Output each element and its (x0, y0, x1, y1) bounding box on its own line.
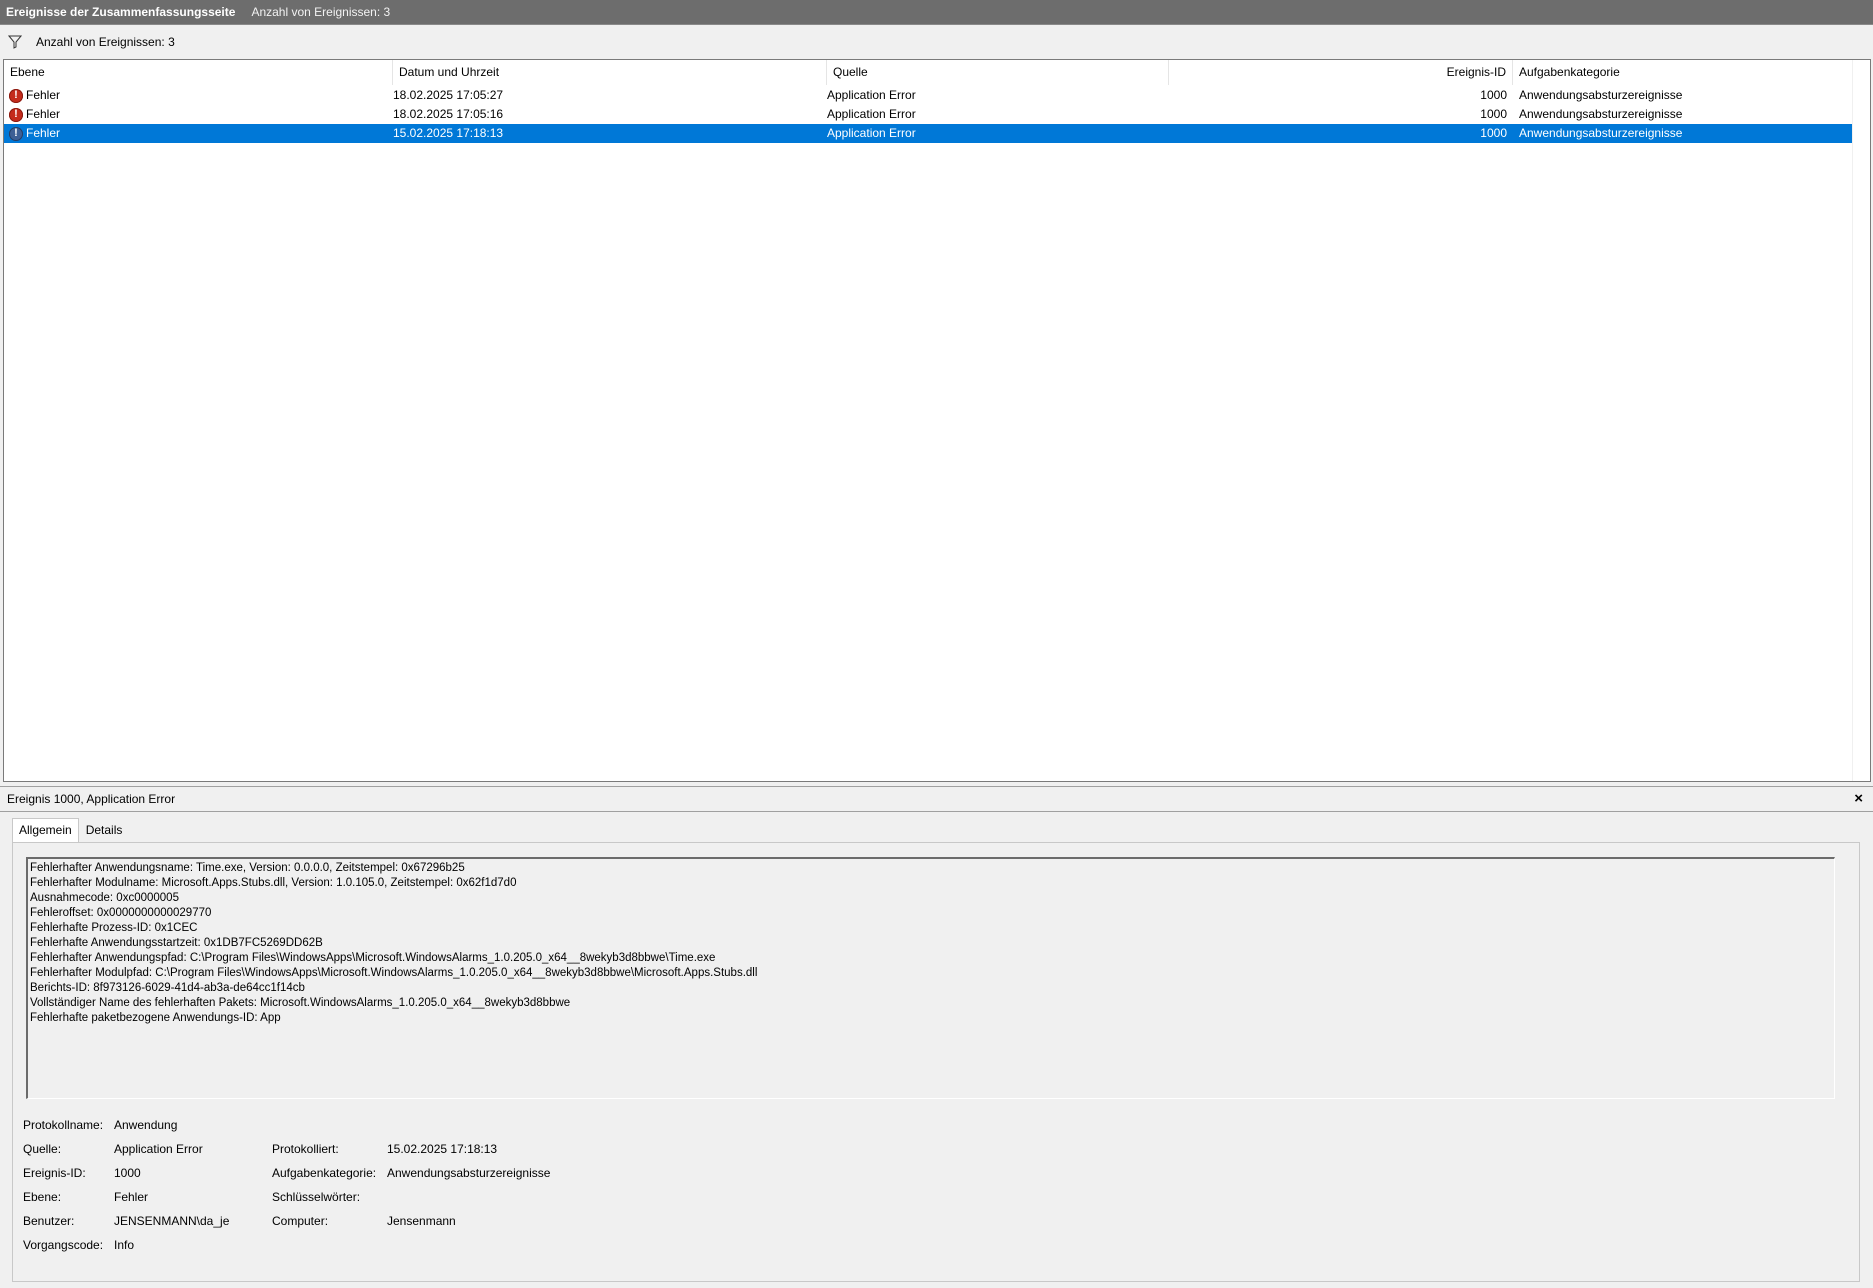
row-level: Fehler (26, 126, 61, 140)
table-row[interactable]: ! Fehler 18.02.2025 17:05:16 Application… (4, 105, 1856, 124)
row-datetime: 18.02.2025 17:05:27 (393, 88, 504, 102)
description-line: Fehlerhafter Modulname: Microsoft.Apps.S… (30, 877, 517, 889)
description-line: Berichts-ID: 8f973126-6029-41d4-ab3a-de6… (30, 982, 305, 994)
detail-tabs: Allgemein Details (12, 818, 129, 842)
event-rows: ! Fehler 18.02.2025 17:05:27 Application… (4, 86, 1856, 143)
user-value: JENSENMANN\da_je (114, 1214, 230, 1228)
event-id-label: Ereignis-ID: (23, 1166, 86, 1180)
summary-event-count: Anzahl von Ereignissen: 3 (251, 5, 391, 19)
event-description[interactable]: Fehlerhafter Anwendungsname: Time.exe, V… (26, 857, 1835, 1099)
description-line: Fehlerhafte Prozess-ID: 0x1CEC (30, 922, 198, 934)
summary-title-bar: Ereignisse der Zusammenfassungsseite Anz… (0, 0, 1873, 25)
opcode-label: Vorgangscode: (23, 1238, 104, 1252)
user-label: Benutzer: (23, 1214, 75, 1228)
error-icon: ! (9, 126, 23, 141)
row-datetime: 18.02.2025 17:05:16 (393, 107, 504, 121)
filter-icon[interactable] (6, 33, 24, 51)
summary-title: Ereignisse der Zusammenfassungsseite (6, 5, 236, 19)
filter-event-count: Anzahl von Ereignissen: 3 (36, 35, 175, 49)
row-level: Fehler (26, 107, 61, 121)
source-label: Quelle: (23, 1142, 62, 1156)
filter-bar: Anzahl von Ereignissen: 3 (0, 26, 1873, 58)
column-header-event-id[interactable]: Ereignis-ID (1169, 60, 1513, 85)
computer-label: Computer: (272, 1214, 329, 1228)
detail-header: Ereignis 1000, Application Error × (0, 786, 1873, 812)
level-label: Ebene: (23, 1190, 62, 1204)
row-source: Application Error (827, 126, 916, 140)
log-name-value: Anwendung (114, 1118, 178, 1132)
computer-value: Jensenmann (387, 1214, 456, 1228)
event-list-scrollbar[interactable] (1852, 60, 1870, 781)
error-icon: ! (9, 107, 23, 122)
description-line: Fehleroffset: 0x0000000000029770 (30, 907, 212, 919)
level-value: Fehler (114, 1190, 149, 1204)
event-list-header: Ebene Datum und Uhrzeit Quelle Ereignis-… (4, 60, 1870, 85)
table-row[interactable]: ! Fehler 18.02.2025 17:05:27 Application… (4, 86, 1856, 105)
row-source: Application Error (827, 107, 916, 121)
keywords-label: Schlüsselwörter: (272, 1190, 361, 1204)
log-name-label: Protokollname: (23, 1118, 104, 1132)
description-line: Fehlerhafte Anwendungsstartzeit: 0x1DB7F… (30, 937, 323, 949)
row-category: Anwendungsabsturzereignisse (1519, 88, 1683, 102)
error-icon: ! (9, 88, 23, 103)
column-header-task-category[interactable]: Aufgabenkategorie (1513, 60, 1856, 85)
event-list[interactable]: Ebene Datum und Uhrzeit Quelle Ereignis-… (3, 59, 1871, 782)
task-category-value: Anwendungsabsturzereignisse (387, 1166, 551, 1180)
opcode-value: Info (114, 1238, 135, 1252)
column-header-datetime[interactable]: Datum und Uhrzeit (393, 60, 827, 85)
task-category-label: Aufgabenkategorie: (272, 1166, 377, 1180)
description-line: Fehlerhafter Anwendungspfad: C:\Program … (30, 952, 716, 964)
row-datetime: 15.02.2025 17:18:13 (393, 126, 504, 140)
column-header-level[interactable]: Ebene (4, 60, 393, 85)
general-tab-panel: Fehlerhafter Anwendungsname: Time.exe, V… (12, 842, 1860, 1282)
description-line: Ausnahmecode: 0xc0000005 (30, 892, 179, 904)
table-row-selected[interactable]: ! Fehler 15.02.2025 17:18:13 Application… (4, 124, 1856, 143)
row-category: Anwendungsabsturzereignisse (1519, 126, 1683, 140)
tab-details[interactable]: Details (79, 818, 130, 842)
row-level: Fehler (26, 88, 61, 102)
row-source: Application Error (827, 88, 916, 102)
description-line: Fehlerhafter Modulpfad: C:\Program Files… (30, 967, 758, 979)
detail-title: Ereignis 1000, Application Error (7, 792, 176, 806)
description-line: Fehlerhafte paketbezogene Anwendungs-ID:… (30, 1012, 281, 1024)
row-event-id: 1000 (1480, 126, 1507, 140)
event-id-value: 1000 (114, 1166, 141, 1180)
row-event-id: 1000 (1480, 88, 1507, 102)
source-value: Application Error (114, 1142, 203, 1156)
logged-label: Protokolliert: (272, 1142, 339, 1156)
description-line: Vollständiger Name des fehlerhaften Pake… (30, 997, 571, 1009)
tab-general[interactable]: Allgemein (12, 818, 79, 842)
row-event-id: 1000 (1480, 107, 1507, 121)
close-icon[interactable]: × (1854, 790, 1863, 807)
row-category: Anwendungsabsturzereignisse (1519, 107, 1683, 121)
column-header-source[interactable]: Quelle (827, 60, 1169, 85)
description-line: Fehlerhafter Anwendungsname: Time.exe, V… (30, 862, 465, 874)
logged-value: 15.02.2025 17:18:13 (387, 1142, 498, 1156)
